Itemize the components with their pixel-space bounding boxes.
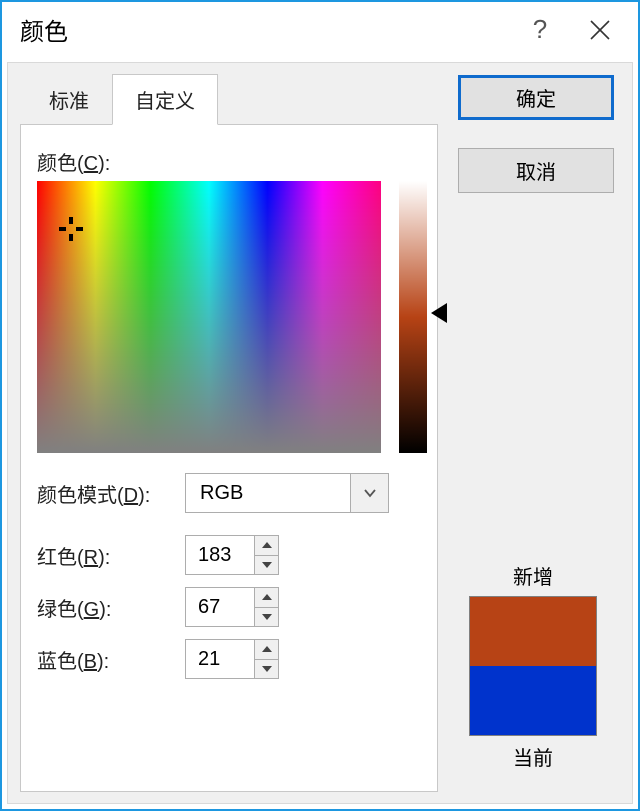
blue-input[interactable] [186,640,254,678]
triangle-up-icon [262,542,272,548]
triangle-down-icon [262,614,272,620]
mode-label: 颜色模式(D): [37,479,185,508]
blue-spin-up[interactable] [255,640,278,660]
right-buttons: 确定 取消 [450,75,622,221]
triangle-down-icon [262,666,272,672]
blue-spin-down[interactable] [255,660,278,679]
color-preview: 新增 当前 [460,555,606,777]
triangle-up-icon [262,594,272,600]
red-input[interactable] [186,536,254,574]
titlebar: 颜色 ? [2,2,638,57]
colors-label: 颜色(C): [37,147,110,176]
red-label: 红色(R): [37,541,185,570]
tab-standard[interactable]: 标准 [26,74,112,125]
new-label: 新增 [460,561,606,590]
green-label: 绿色(G): [37,593,185,622]
dialog-title: 颜色 [20,12,68,47]
red-spin-up[interactable] [255,536,278,556]
green-spin-up[interactable] [255,588,278,608]
dialog-body: 标准 自定义 确定 取消 颜色(C): [7,62,633,804]
color-mode-select[interactable]: RGB [185,473,389,513]
red-spin-down[interactable] [255,556,278,575]
luminance-slider[interactable] [399,181,427,453]
row-color-mode: 颜色模式(D): RGB [37,473,389,513]
chevron-down-icon [363,488,377,498]
triangle-up-icon [262,646,272,652]
row-red: 红色(R): [37,535,279,575]
blue-label: 蓝色(B): [37,645,185,674]
ok-button[interactable]: 确定 [458,75,614,120]
help-button[interactable]: ? [510,5,570,55]
green-spinner [185,587,279,627]
close-icon [589,19,611,41]
tab-strip: 标准 自定义 [26,77,218,125]
blue-spinner [185,639,279,679]
triangle-down-icon [262,562,272,568]
color-picker-area [37,181,431,453]
color-mode-value: RGB [186,482,350,505]
current-label: 当前 [460,742,606,771]
row-green: 绿色(G): [37,587,279,627]
swatch-new [470,597,596,666]
green-spin-down[interactable] [255,608,278,627]
color-dialog: 颜色 ? 标准 自定义 确定 取消 颜色(C): [0,0,640,811]
luminance-arrow-icon [431,303,447,323]
cancel-button[interactable]: 取消 [458,148,614,193]
green-input[interactable] [186,588,254,626]
row-blue: 蓝色(B): [37,639,279,679]
hue-saturation-picker[interactable] [37,181,381,453]
swatch [469,596,597,736]
tab-custom[interactable]: 自定义 [112,74,218,125]
swatch-current [470,666,596,735]
red-spinner [185,535,279,575]
close-button[interactable] [570,5,630,55]
dropdown-button[interactable] [350,474,388,512]
custom-panel: 颜色(C): 颜色模式(D): [20,124,438,792]
